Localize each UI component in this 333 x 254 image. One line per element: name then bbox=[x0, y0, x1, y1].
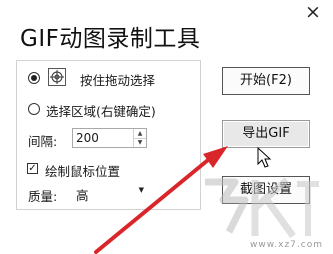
select-region-radio[interactable] bbox=[28, 103, 40, 115]
mouse-cursor-icon bbox=[257, 146, 272, 168]
quality-value: 高 bbox=[76, 188, 89, 203]
watermark-text: www.xz7.com bbox=[250, 240, 323, 250]
window-title: GIF动图录制工具 bbox=[20, 26, 201, 52]
watermark-logo bbox=[205, 177, 319, 239]
crosshair-icon[interactable] bbox=[48, 68, 66, 86]
hold-drag-label: 按住拖动选择 bbox=[80, 73, 156, 88]
start-button[interactable]: 开始(F2) bbox=[222, 67, 310, 95]
export-gif-button[interactable]: 导出GIF bbox=[222, 120, 310, 148]
spin-down-icon[interactable]: ▼ bbox=[134, 138, 146, 147]
hold-drag-radio[interactable] bbox=[28, 72, 40, 84]
interval-stepper[interactable]: ▲ ▼ bbox=[133, 129, 146, 147]
quality-select[interactable]: 高 ▼ bbox=[68, 181, 146, 205]
interval-value[interactable]: 200 bbox=[76, 131, 99, 145]
interval-spinbox[interactable]: 200 ▲ ▼ bbox=[72, 128, 147, 148]
interval-label: 间隔: bbox=[28, 134, 58, 149]
select-region-label[interactable]: 选择区域(右键确定) bbox=[46, 101, 156, 120]
close-icon[interactable]: × bbox=[303, 2, 323, 22]
quality-label: 质量: bbox=[28, 189, 58, 204]
chevron-down-icon[interactable]: ▼ bbox=[139, 186, 144, 194]
draw-cursor-label[interactable]: 绘制鼠标位置 bbox=[45, 161, 120, 180]
draw-cursor-checkbox[interactable]: ✓ bbox=[27, 163, 38, 174]
